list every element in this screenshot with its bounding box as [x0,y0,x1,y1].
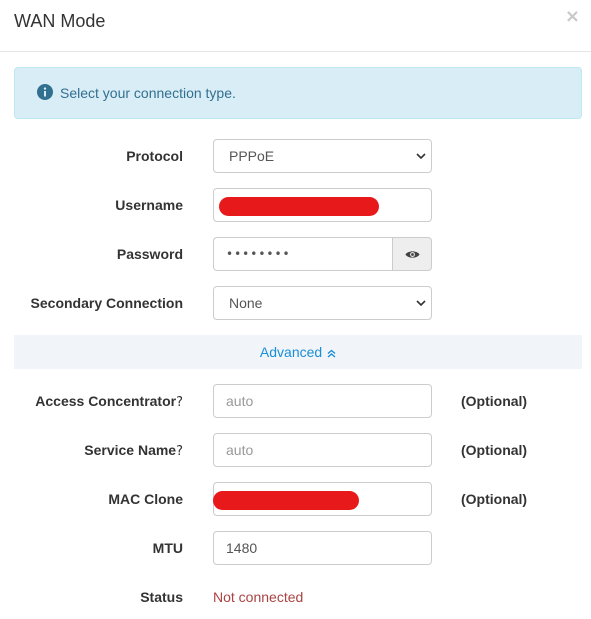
wan-mode-modal: WAN Mode × Select your connection type. … [0,0,591,619]
show-password-button[interactable] [392,237,432,271]
username-label: Username [115,197,183,213]
close-icon[interactable]: × [565,8,580,26]
password-input[interactable]: •••••••• [213,237,393,271]
secondary-connection-row: Secondary Connection None [0,286,591,320]
advanced-toggle-bar: Advanced [14,335,582,369]
mac-clone-label: MAC Clone [108,491,183,507]
help-icon[interactable]: ? [176,395,183,410]
status-label: Status [140,589,183,605]
service-name-row: Service Name? auto (Optional) [0,433,591,467]
access-concentrator-label: Access Concentrator? [35,393,183,410]
chevron-down-icon [416,300,426,307]
service-name-input[interactable]: auto [213,433,432,467]
modal-title: WAN Mode [14,11,106,31]
help-icon[interactable]: ? [176,444,183,459]
protocol-row: Protocol PPPoE [0,139,591,173]
status-row: Status Not connected [0,580,591,614]
info-alert: Select your connection type. [14,67,582,119]
username-redaction [219,197,379,216]
connection-status-value: Not connected [213,589,304,605]
password-row: Password •••••••• [0,237,591,271]
advanced-toggle-link[interactable]: Advanced [260,344,336,360]
info-circle-icon [37,84,53,100]
secondary-connection-select[interactable]: None [213,286,432,320]
advanced-label: Advanced [259,344,323,360]
protocol-label: Protocol [126,148,183,164]
password-group: •••••••• [213,237,432,271]
username-row: Username [0,188,591,222]
optional-label: (Optional) [461,442,528,458]
mac-clone-redaction [213,491,359,510]
access-concentrator-row: Access Concentrator? auto (Optional) [0,384,591,418]
secondary-connection-selected-value: None [229,295,263,311]
chevron-down-icon [416,153,426,160]
protocol-select[interactable]: PPPoE [213,139,432,173]
chevron-up-double-icon [327,349,336,358]
password-label: Password [116,246,183,262]
secondary-connection-label: Secondary Connection [30,295,183,311]
optional-label: (Optional) [461,393,528,409]
alert-text: Select your connection type. [60,85,236,101]
service-name-label: Service Name? [84,442,183,459]
mac-clone-row: MAC Clone (Optional) [0,482,591,516]
modal-header: WAN Mode × [0,0,591,52]
protocol-selected-value: PPPoE [229,148,275,164]
mtu-label: MTU [152,540,183,556]
eye-icon [405,251,420,258]
mtu-row: MTU 1480 [0,531,591,565]
access-concentrator-input[interactable]: auto [213,384,432,418]
optional-label: (Optional) [461,491,528,507]
mtu-input[interactable]: 1480 [213,531,432,565]
